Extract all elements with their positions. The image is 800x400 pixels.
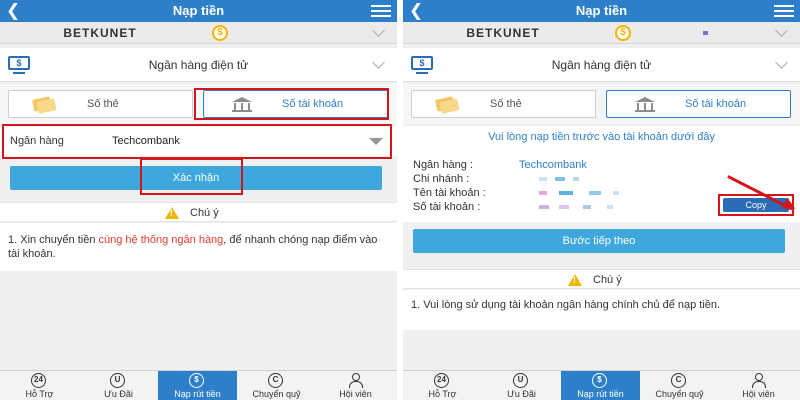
nav-support[interactable]: 24 Hỗ Trợ [0, 371, 79, 400]
nav-deposit-withdraw[interactable]: $ Nạp rút tiền [158, 371, 237, 400]
account-bar[interactable]: BETKUNET $ [403, 22, 800, 44]
tab-account-number[interactable]: Số tài khoản [606, 90, 791, 118]
promo-u-icon: U [110, 373, 125, 388]
warning-icon [568, 274, 582, 286]
tab-label: Số thẻ [87, 98, 119, 110]
support-24-icon: 24 [31, 373, 46, 388]
dollar-circle-icon: $ [189, 373, 204, 388]
bank-icon [635, 97, 655, 112]
card-icon [31, 96, 53, 112]
payment-method-select[interactable]: $ Ngân hàng điện tử [0, 48, 397, 82]
notice-text: 1. Xin chuyển tiền cùng hệ thống ngân hà… [0, 223, 397, 271]
highlight-box-account-tab [194, 88, 389, 120]
nav-member[interactable]: Hội viên [316, 371, 395, 400]
person-icon [752, 373, 766, 388]
blurred-value [539, 191, 547, 195]
account-name: BETKUNET [63, 26, 137, 40]
notice-title: Chú ý [593, 274, 622, 286]
deposit-tabs: Số thẻ Số tài khoản [403, 84, 800, 124]
nav-promotions[interactable]: U Ưu Đãi [482, 371, 561, 400]
left-phone-screen: ❮ Nạp tiền BETKUNET $ $ Ngân hàng điện t… [0, 0, 397, 400]
nav-promotions[interactable]: U Ưu Đãi [79, 371, 158, 400]
notice-highlight: cùng hệ thống ngân hàng [98, 234, 224, 246]
dollar-circle-icon: $ [592, 373, 607, 388]
promo-u-icon: U [513, 373, 528, 388]
nav-deposit-withdraw[interactable]: $ Nạp rút tiền [561, 371, 640, 400]
info-prompt: Vui lòng nạp tiền trước vào tài khoản dư… [488, 131, 715, 143]
blurred-value [583, 205, 591, 209]
warning-icon [165, 207, 179, 219]
coin-icon: $ [212, 25, 228, 41]
blurred-value [589, 191, 601, 195]
notice-text: 1. Vui lòng sử dụng tài khoản ngân hàng … [403, 290, 800, 330]
hamburger-menu-icon[interactable] [774, 5, 794, 17]
balance-indicator [703, 31, 708, 35]
person-icon [349, 373, 363, 388]
nav-transfer[interactable]: C Chuyển quỹ [640, 371, 719, 400]
bottom-nav: 24 Hỗ Trợ U Ưu Đãi $ Nạp rút tiền C Chuy… [0, 370, 397, 400]
coin-icon: $ [615, 25, 631, 41]
bottom-nav: 24 Hỗ Trợ U Ưu Đãi $ Nạp rút tiền C Chuy… [403, 370, 800, 400]
tab-card-number[interactable]: Số thẻ [411, 90, 596, 118]
blurred-value [559, 191, 573, 195]
hamburger-menu-icon[interactable] [371, 5, 391, 17]
blurred-value [559, 205, 569, 209]
header-bar: ❮ Nạp tiền [0, 0, 397, 22]
nav-member[interactable]: Hội viên [719, 371, 798, 400]
transfer-c-icon: C [268, 373, 283, 388]
nav-support[interactable]: 24 Hỗ Trợ [403, 371, 482, 400]
tab-card-number[interactable]: Số thẻ [8, 90, 193, 118]
header-bar: ❮ Nạp tiền [403, 0, 800, 22]
detail-row-bank: Ngân hàng : Techcombank [413, 159, 587, 171]
right-phone-screen: ❮ Nạp tiền BETKUNET $ $ Ngân hàng điện t… [403, 0, 800, 400]
card-icon [434, 96, 456, 112]
account-bar[interactable]: BETKUNET $ [0, 22, 397, 44]
chevron-down-icon[interactable] [775, 24, 788, 37]
support-24-icon: 24 [434, 373, 449, 388]
tab-label: Số thẻ [490, 98, 522, 110]
transfer-c-icon: C [671, 373, 686, 388]
payment-method-label: Ngân hàng điện tử [148, 58, 249, 72]
payment-method-label: Ngân hàng điện tử [551, 58, 652, 72]
chevron-down-icon[interactable] [372, 24, 385, 37]
notice-header: Chú ý [0, 202, 397, 222]
highlight-box-bank-select [2, 124, 392, 159]
blurred-value [607, 205, 613, 209]
tab-label: Số tài khoản [685, 98, 747, 110]
notice-header: Chú ý [403, 269, 800, 289]
payment-method-select[interactable]: $ Ngân hàng điện tử [403, 48, 800, 82]
highlight-box-confirm [140, 158, 243, 195]
blurred-value [613, 191, 619, 195]
blurred-value [573, 177, 579, 181]
account-name: BETKUNET [466, 26, 540, 40]
page-title: Nạp tiền [575, 3, 628, 18]
notice-title: Chú ý [190, 207, 219, 219]
next-step-button[interactable]: Bước tiếp theo [413, 229, 785, 253]
nav-transfer[interactable]: C Chuyển quỹ [237, 371, 316, 400]
blurred-value [555, 177, 565, 181]
page-title: Nạp tiền [172, 3, 225, 18]
blurred-value [539, 205, 549, 209]
blurred-value [539, 177, 547, 181]
